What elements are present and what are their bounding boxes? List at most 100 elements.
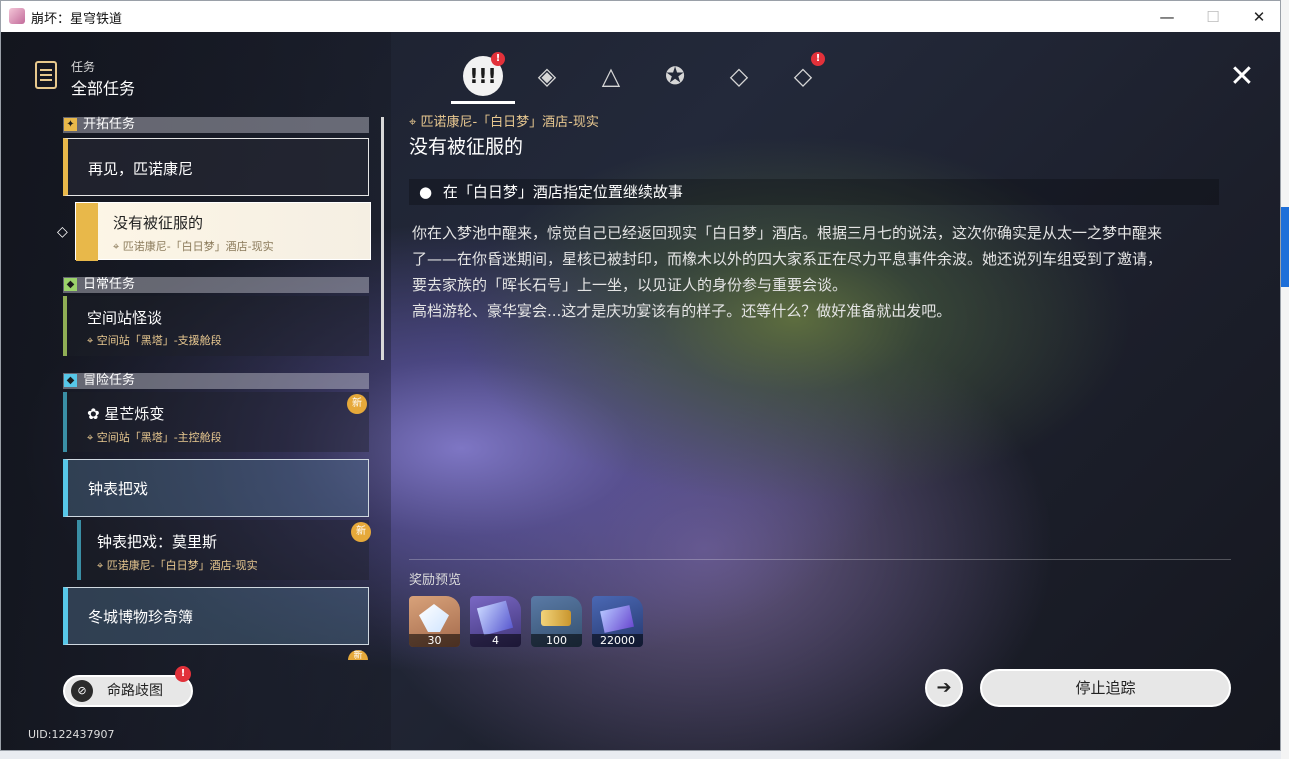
quest-location-text: 匹诺康尼-「白日梦」酒店-现实 — [106, 559, 258, 572]
reward-quantity: 30 — [409, 634, 460, 647]
quest-type-icon — [76, 203, 98, 261]
daily-tab-icon: ◇ — [729, 62, 749, 90]
tracked-arrow-icon: ◇ — [57, 224, 68, 240]
tab-notification-badge: ! — [491, 52, 505, 66]
quest-title-text: 星芒烁变 — [104, 405, 165, 423]
header-subtitle: 任务 — [71, 60, 96, 74]
quest-item-daily-1[interactable]: 空间站怪谈 ⌖ 空间站「黑塔」-支援舱段 — [63, 296, 369, 356]
quest-title: 冬城博物珍奇簿 — [88, 608, 194, 626]
path-map-button[interactable]: ⊘ 命路歧图 ! — [63, 666, 193, 707]
desc-line: 高档游轮、豪华宴会...这才是庆功宴该有的样子。还等什么？做好准备就出发吧。 — [412, 302, 952, 320]
navigate-icon[interactable]: ➔ — [925, 669, 963, 707]
background-window-edge — [1281, 0, 1289, 759]
quest-title: 没有被征服的 — [113, 214, 204, 232]
quest-item-trailblaze-1[interactable]: 再见，匹诺康尼 — [63, 138, 369, 196]
section-label: 日常任务 — [83, 277, 136, 292]
detail-title: 没有被征服的 — [409, 136, 524, 158]
game-viewport: 任务 全部任务 !!! ! ◈ △ ✪ ◇ ◇ ! ✕ ✦ 开拓任务 再见，匹诺… — [1, 32, 1280, 750]
quest-title: ✿ 星芒烁变 — [87, 403, 164, 424]
rewards-label: 奖励预览 — [409, 573, 462, 588]
tab-adventure[interactable]: ✪ — [643, 50, 707, 102]
quest-location-text: 空间站「黑塔」-支援舱段 — [96, 334, 222, 347]
section-label: 冒险任务 — [83, 373, 136, 388]
event-tab-icon: ◇ — [793, 62, 813, 90]
tab-daily[interactable]: ◇ — [707, 50, 771, 102]
companion-tab-icon: △ — [601, 62, 621, 90]
divider — [409, 559, 1231, 560]
notification-badge: ! — [175, 666, 191, 682]
game-window: 崩坏：星穹铁道 — ☐ ✕ 任务 全部任务 !!! ! ◈ △ ✪ ◇ ◇ ! … — [0, 0, 1281, 751]
adventure-tab-icon: ✪ — [664, 62, 686, 90]
ticket-reward[interactable]: 100 — [531, 596, 582, 647]
location-pin-icon: ⌖ — [87, 431, 97, 444]
adventure-section-icon: ◆ — [64, 374, 77, 387]
tab-notification-badge: ! — [811, 52, 825, 66]
tab-event[interactable]: ◇ ! — [771, 50, 835, 102]
close-window-button[interactable]: ✕ — [1236, 1, 1280, 32]
stop-tracking-button[interactable]: 停止追踪 — [980, 669, 1231, 707]
quest-group-adventure-2[interactable]: 冬城博物珍奇簿 — [63, 587, 369, 645]
window-title: 崩坏：星穹铁道 — [31, 12, 123, 27]
quest-title: 空间站怪谈 — [87, 309, 163, 327]
trailblaze-section-icon: ✦ — [64, 118, 77, 131]
bullet-icon: ● — [419, 183, 433, 201]
trailblaze-tab-icon: ◈ — [537, 62, 557, 90]
desc-line: 你在入梦池中醒来，惊觉自己已经返回现实「白日梦」酒店。根据三月七的说法，这次你确… — [412, 224, 1163, 242]
crystal-reward[interactable]: 30 — [409, 596, 460, 647]
quest-item-adventure-1[interactable]: ✿ 星芒烁变 ⌖ 空间站「黑塔」-主控舱段 新 — [63, 392, 369, 452]
objective-text: 在「白日梦」酒店指定位置继续故事 — [442, 183, 683, 201]
quest-location: ⌖ 匹诺康尼-「白日梦」酒店-现实 — [113, 238, 274, 254]
new-badge: 新 — [351, 522, 371, 542]
minimize-button[interactable]: — — [1144, 1, 1190, 32]
location-pin-icon: ⌖ — [113, 240, 123, 253]
credit-reward[interactable]: 22000 — [592, 596, 643, 647]
star-quest-icon: ✿ — [87, 405, 105, 423]
location-pin-icon: ⌖ — [409, 115, 421, 130]
quest-list-scrollbar[interactable] — [381, 117, 384, 360]
app-icon — [9, 8, 25, 24]
background-window-accent — [1281, 207, 1289, 287]
reward-quantity: 100 — [531, 634, 582, 647]
quest-location: ⌖ 空间站「黑塔」-主控舱段 — [87, 429, 222, 445]
quest-location-text: 空间站「黑塔」-主控舱段 — [96, 431, 222, 444]
header-title: 全部任务 — [71, 79, 136, 98]
daily-section-icon: ◆ — [64, 278, 77, 291]
quest-objective: ● 在「白日梦」酒店指定位置继续故事 — [409, 179, 1219, 205]
section-header-adventure: ◆ 冒险任务 — [63, 373, 369, 389]
maximize-button[interactable]: ☐ — [1190, 1, 1236, 32]
quest-item-trailblaze-2-selected[interactable]: 没有被征服的 ⌖ 匹诺康尼-「白日梦」酒店-现实 — [75, 202, 371, 261]
new-badge: 新 — [347, 394, 367, 414]
section-header-trailblaze: ✦ 开拓任务 — [63, 117, 369, 133]
quest-group-adventure-1[interactable]: 钟表把戏 — [63, 459, 369, 517]
uid-label: UID:122437907 — [28, 728, 115, 741]
close-icon[interactable]: ✕ — [1227, 62, 1257, 92]
tab-companion[interactable]: △ — [579, 50, 643, 102]
quest-tabs: !!! ! ◈ △ ✪ ◇ ◇ ! — [451, 50, 835, 104]
detail-location: ⌖ 匹诺康尼-「白日梦」酒店-现实 — [409, 111, 599, 130]
reward-quantity: 22000 — [592, 634, 643, 647]
crystal-icon — [419, 604, 449, 632]
book-reward[interactable]: 4 — [470, 596, 521, 647]
tab-trailblaze[interactable]: ◈ — [515, 50, 579, 102]
credit-icon — [600, 605, 634, 633]
reward-quantity: 4 — [470, 634, 521, 647]
planet-icon: ⊘ — [71, 680, 93, 702]
detail-location-text: 匹诺康尼-「白日梦」酒店-现实 — [420, 115, 599, 130]
ticket-icon — [541, 610, 571, 626]
quest-title: 钟表把戏：莫里斯 — [97, 533, 218, 551]
clipboard-icon — [35, 61, 57, 89]
location-pin-icon: ⌖ — [87, 334, 97, 347]
quest-location: ⌖ 空间站「黑塔」-支援舱段 — [87, 332, 222, 348]
path-map-label: 命路歧图 — [107, 683, 163, 699]
quest-title: 再见，匹诺康尼 — [88, 160, 194, 178]
tab-all[interactable]: !!! ! — [451, 50, 515, 104]
quest-location: ⌖ 匹诺康尼-「白日梦」酒店-现实 — [97, 557, 258, 573]
location-pin-icon: ⌖ — [97, 559, 107, 572]
section-header-daily: ◆ 日常任务 — [63, 277, 369, 293]
quest-subitem-adventure-1[interactable]: 钟表把戏：莫里斯 ⌖ 匹诺康尼-「白日梦」酒店-现实 新 — [77, 520, 371, 580]
title-bar: 崩坏：星穹铁道 — ☐ ✕ — [1, 1, 1280, 32]
quest-location-text: 匹诺康尼-「白日梦」酒店-现实 — [122, 240, 274, 253]
book-icon — [476, 600, 514, 636]
desc-line: 要去家族的「晖长石号」上一坐，以见证人的身份参与重要会谈。 — [412, 276, 848, 294]
desc-line: 了——在你昏迷期间，星核已被封印，而橡木以外的四大家系正在尽力平息事件余波。她还… — [412, 250, 1163, 268]
